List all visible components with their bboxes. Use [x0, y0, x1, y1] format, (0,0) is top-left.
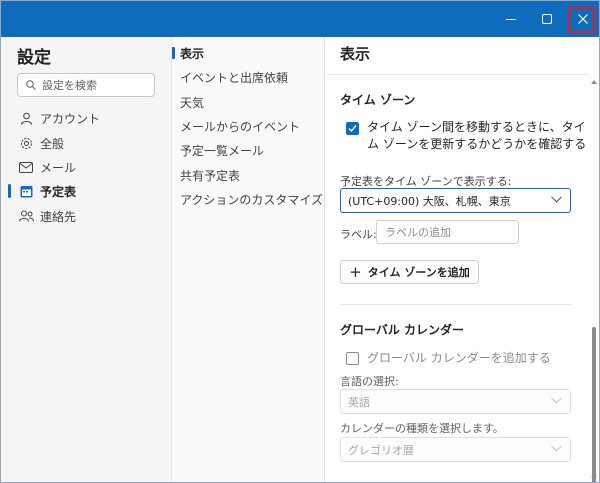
timezone-update-label-line2: ム ゾーンを更新するかどうかを確認する [367, 137, 587, 151]
calendar-type-select[interactable]: グレゴリオ暦 [340, 437, 571, 462]
scrollbar-thumb[interactable] [592, 327, 596, 482]
chevron-down-icon [551, 397, 562, 404]
active-indicator [8, 184, 11, 198]
nav-item-label: メール [40, 160, 77, 175]
title-bar [1, 1, 599, 37]
nav-item-general[interactable]: 全般 [1, 131, 171, 155]
nav-item-mail[interactable]: メール [1, 155, 171, 179]
language-label: 言語の選択: [340, 375, 399, 388]
subnav-item-view[interactable]: 表示 [172, 41, 326, 65]
subnav-item-label: 天気 [180, 95, 205, 110]
timezone-select[interactable]: (UTC+09:00) 大阪、札幌、東京 [340, 188, 571, 213]
content-scrollbar[interactable] [590, 77, 598, 482]
checkmark-icon [348, 125, 357, 133]
subnav-item-label: 予定一覧メール [180, 143, 265, 158]
content-title: 表示 [326, 37, 589, 75]
active-indicator [172, 47, 175, 59]
calendar-subnav-pane: 表示 イベントと出席依頼 天気 メールからのイベント 予定一覧メール 共有予定表… [171, 37, 326, 482]
subnav-item-events-invitations[interactable]: イベントと出席依頼 [172, 65, 326, 89]
subnav-item-events-from-email[interactable]: メールからのイベント [172, 114, 326, 138]
subnav-item-label: アクションのカスタマイズ [180, 192, 324, 207]
person-icon [18, 112, 34, 125]
subnav-item-shared-calendars[interactable]: 共有予定表 [172, 163, 326, 187]
maximize-button[interactable] [529, 1, 565, 37]
mail-icon [18, 161, 34, 173]
subnav-item-customize-actions[interactable]: アクションのカスタマイズ [172, 187, 326, 211]
calendar-type-select-value: グレゴリオ暦 [348, 443, 414, 457]
gear-icon [18, 137, 34, 150]
global-calendar-checkbox-label: グローバル カレンダーを追加する [367, 351, 551, 365]
subnav-item-label: 共有予定表 [180, 168, 241, 183]
minimize-icon [506, 19, 516, 20]
scroll-up-icon [591, 80, 597, 84]
minimize-button[interactable] [493, 1, 529, 37]
maximize-icon [542, 14, 552, 24]
search-icon [26, 80, 36, 90]
settings-search-input[interactable]: 設定を検索 [17, 73, 155, 97]
scroll-down-icon [591, 476, 597, 480]
subnav-item-weather[interactable]: 天気 [172, 90, 326, 114]
plus-icon: + [349, 263, 362, 281]
settings-content-pane: 表示 タイム ゾーン タイム ゾーン間を移動するときに、タイ ム ゾーンを更新す… [326, 37, 599, 482]
subnav-item-label: メールからのイベント [180, 119, 301, 134]
chevron-down-icon [551, 445, 562, 452]
add-timezone-label: タイム ゾーンを追加 [367, 266, 470, 279]
nav-item-label: 予定表 [40, 184, 77, 199]
nav-item-account[interactable]: アカウント [1, 106, 171, 130]
timezone-display-label: 予定表をタイム ゾーンで表示する: [340, 175, 512, 188]
subnav-item-agenda-mail[interactable]: 予定一覧メール [172, 138, 326, 162]
settings-window: 設定 設定を検索 アカウント 全般 メール 予定表 連絡先 表示 イベントと出席… [0, 0, 600, 483]
language-select-value: 英語 [348, 395, 370, 409]
nav-item-label: 連絡先 [40, 209, 77, 224]
label-input-placeholder: ラベルの追加 [385, 226, 451, 239]
section-divider [340, 304, 571, 305]
subnav-item-label: 表示 [180, 46, 205, 61]
calendar-icon [18, 185, 34, 198]
timezone-label-input[interactable]: ラベルの追加 [376, 220, 519, 244]
nav-item-contacts[interactable]: 連絡先 [1, 204, 171, 228]
global-calendar-checkbox[interactable] [346, 352, 359, 365]
close-button-highlight [568, 7, 595, 33]
timezone-label-caption: ラベル: [340, 228, 377, 241]
add-timezone-button[interactable]: + タイム ゾーンを追加 [340, 260, 479, 284]
timezone-section-title: タイム ゾーン [340, 93, 416, 107]
people-icon [18, 210, 34, 222]
nav-item-label: アカウント [40, 111, 101, 126]
global-calendar-section-title: グローバル カレンダー [340, 323, 465, 337]
settings-nav-pane: 設定 設定を検索 アカウント 全般 メール 予定表 連絡先 [1, 37, 171, 482]
timezone-select-value: (UTC+09:00) 大阪、札幌、東京 [348, 194, 511, 208]
settings-title: 設定 [17, 48, 51, 68]
nav-item-calendar[interactable]: 予定表 [1, 179, 171, 203]
language-select[interactable]: 英語 [340, 389, 571, 414]
subnav-item-label: イベントと出席依頼 [180, 70, 289, 85]
search-placeholder: 設定を検索 [42, 79, 97, 92]
calendar-type-label: カレンダーの種類を選択します。 [340, 422, 504, 435]
nav-item-label: 全般 [40, 136, 65, 151]
chevron-down-icon [551, 196, 562, 203]
timezone-update-checkbox[interactable] [346, 122, 359, 135]
